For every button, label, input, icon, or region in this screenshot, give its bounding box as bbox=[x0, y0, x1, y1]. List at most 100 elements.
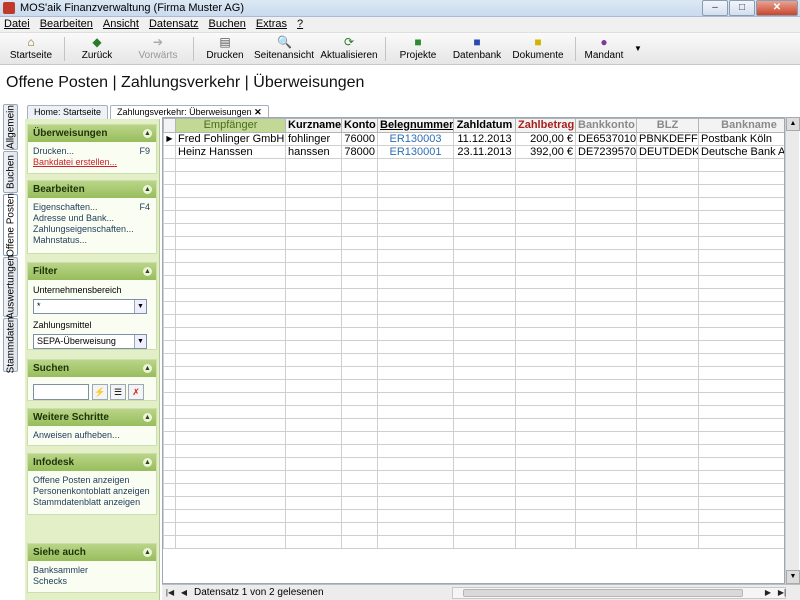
collapse-icon[interactable]: ▲ bbox=[143, 548, 152, 557]
bankdatei-link[interactable]: Bankdatei erstellen... bbox=[33, 157, 151, 168]
cell-blz[interactable]: PBNKDEFF bbox=[636, 132, 699, 146]
minimize-button[interactable]: – bbox=[702, 0, 728, 16]
vtab-buchen[interactable]: Buchen bbox=[3, 151, 18, 193]
cell-betrag[interactable]: 200,00 € bbox=[515, 132, 576, 146]
menu-help[interactable]: ? bbox=[297, 17, 303, 32]
scroll-up-icon[interactable]: ▲ bbox=[786, 117, 800, 131]
schecks-link[interactable]: Schecks bbox=[33, 576, 151, 587]
previous-record-icon[interactable]: ◀ bbox=[178, 586, 190, 599]
table-row[interactable]: ▶ Fred Fohlinger GmbH fohlinger 76000 ER1300… bbox=[163, 132, 784, 146]
cell-kurzname[interactable]: hanssen bbox=[285, 145, 342, 159]
first-record-icon[interactable]: |◀ bbox=[164, 586, 176, 599]
offene-posten-link[interactable]: Offene Posten anzeigen bbox=[33, 475, 151, 486]
search-list-icon[interactable]: ☰ bbox=[110, 384, 126, 400]
refresh-button[interactable]: ⟳ Aktualisieren bbox=[318, 35, 380, 63]
personenkontoblatt-link[interactable]: Personenkontoblatt anzeigen bbox=[33, 486, 151, 497]
empty-cell bbox=[636, 379, 699, 393]
cell-bankname[interactable]: Postbank Köln bbox=[698, 132, 784, 146]
empty-cell bbox=[575, 249, 637, 263]
collapse-icon[interactable]: ▲ bbox=[143, 413, 152, 422]
menu-datei[interactable]: Datei bbox=[4, 17, 30, 32]
tab-home[interactable]: Home: Startseite bbox=[27, 105, 109, 119]
col-empfaenger[interactable]: Empfänger bbox=[175, 118, 286, 133]
forward-button[interactable]: ➔ Vorwärts bbox=[130, 35, 186, 63]
vtab-auswertungen[interactable]: Auswertungen bbox=[3, 255, 18, 319]
collapse-icon[interactable]: ▲ bbox=[143, 267, 152, 276]
col-bankkonto[interactable]: Bankkonto bbox=[575, 118, 637, 133]
menu-extras[interactable]: Extras bbox=[256, 17, 287, 32]
col-zahldatum[interactable]: Zahldatum bbox=[453, 118, 516, 133]
adresse-link[interactable]: Adresse und Bank... bbox=[33, 213, 151, 224]
vertical-scrollbar[interactable]: ▲ ▼ bbox=[785, 117, 800, 584]
close-button[interactable]: ✕ bbox=[756, 0, 798, 16]
search-input[interactable] bbox=[33, 384, 89, 400]
cell-beleg[interactable]: ER130003 bbox=[377, 132, 454, 146]
table-row[interactable]: Heinz Hanssen hanssen 78000 ER130001 23.11.2… bbox=[163, 145, 784, 159]
cell-konto[interactable]: 78000 bbox=[341, 145, 378, 159]
print-button[interactable]: ▤ Drucken bbox=[200, 35, 250, 63]
collapse-icon[interactable]: ▲ bbox=[143, 458, 152, 467]
last-record-icon[interactable]: ▶| bbox=[776, 586, 788, 599]
cell-blz[interactable]: DEUTDEDK bbox=[636, 145, 699, 159]
menu-buchen[interactable]: Buchen bbox=[209, 17, 246, 32]
vtab-stammdaten[interactable]: Stammdaten bbox=[3, 317, 18, 373]
next-record-icon[interactable]: ▶ bbox=[762, 586, 774, 599]
clear-filter-icon[interactable]: ✗ bbox=[128, 384, 144, 400]
cell-beleg[interactable]: ER130001 bbox=[377, 145, 454, 159]
tab-close-icon[interactable]: ✕ bbox=[254, 107, 262, 117]
row-indicator[interactable] bbox=[163, 145, 176, 159]
empty-cell bbox=[453, 509, 516, 523]
eigenschaften-link[interactable]: Eigenschaften... F4 bbox=[33, 202, 151, 213]
back-button[interactable]: ◆ Zurück bbox=[72, 35, 122, 63]
cell-kurzname[interactable]: fohlinger bbox=[285, 132, 342, 146]
collapse-icon[interactable]: ▲ bbox=[143, 129, 152, 138]
cell-datum[interactable]: 23.11.2013 bbox=[453, 145, 516, 159]
row-indicator[interactable]: ▶ bbox=[163, 132, 176, 146]
horizontal-scrollbar[interactable] bbox=[452, 587, 786, 599]
scroll-thumb[interactable] bbox=[463, 589, 743, 597]
empty-cell bbox=[377, 444, 454, 458]
startseite-button[interactable]: ⌂ Startseite bbox=[6, 35, 56, 63]
projekte-button[interactable]: ■ Projekte bbox=[394, 35, 442, 63]
mahnstatus-link[interactable]: Mahnstatus... bbox=[33, 235, 151, 246]
mandant-button[interactable]: ● Mandant bbox=[582, 35, 626, 63]
col-zahlbetrag[interactable]: Zahlbetrag bbox=[515, 118, 576, 133]
empty-cell bbox=[515, 340, 576, 354]
menu-datensatz[interactable]: Datensatz bbox=[149, 17, 199, 32]
cell-bankkonto[interactable]: DE6537010 bbox=[575, 132, 637, 146]
col-konto[interactable]: Konto bbox=[341, 118, 378, 133]
scroll-down-icon[interactable]: ▼ bbox=[786, 570, 800, 584]
collapse-icon[interactable]: ▲ bbox=[143, 185, 152, 194]
chevron-down-icon[interactable]: ▼ bbox=[134, 335, 146, 348]
maximize-button[interactable]: □ bbox=[729, 0, 755, 16]
datenbank-button[interactable]: ■ Datenbank bbox=[450, 35, 504, 63]
anweisen-aufheben-link[interactable]: Anweisen aufheben... bbox=[33, 430, 151, 441]
banksammler-link[interactable]: Banksammler bbox=[33, 565, 151, 576]
mandant-dropdown-icon[interactable]: ▼ bbox=[632, 35, 644, 63]
cell-empfaenger[interactable]: Heinz Hanssen bbox=[175, 145, 286, 159]
menu-ansicht[interactable]: Ansicht bbox=[103, 17, 139, 32]
col-belegnummer[interactable]: Belegnummer bbox=[377, 118, 454, 133]
cell-bankkonto[interactable]: DE7239570 bbox=[575, 145, 637, 159]
search-filter-icon[interactable]: ⚡ bbox=[92, 384, 108, 400]
stammdatenblatt-link[interactable]: Stammdatenblatt anzeigen bbox=[33, 497, 151, 508]
col-bankname[interactable]: Bankname bbox=[698, 118, 784, 133]
zahlungseigenschaften-link[interactable]: Zahlungseigenschaften... bbox=[33, 224, 151, 235]
cell-konto[interactable]: 76000 bbox=[341, 132, 378, 146]
collapse-icon[interactable]: ▲ bbox=[143, 364, 152, 373]
cell-empfaenger[interactable]: Fred Fohlinger GmbH bbox=[175, 132, 286, 146]
vtab-allgemein[interactable]: Allgemein bbox=[3, 104, 18, 150]
menu-bearbeiten[interactable]: Bearbeiten bbox=[40, 17, 93, 32]
col-blz[interactable]: BLZ bbox=[636, 118, 699, 133]
drucken-link[interactable]: Drucken... F9 bbox=[33, 146, 151, 157]
col-kurzname[interactable]: Kurzname bbox=[285, 118, 342, 133]
cell-bankname[interactable]: Deutsche Bank AG bbox=[698, 145, 784, 159]
zahlungsmittel-select[interactable]: SEPA-Überweisung ▼ bbox=[33, 334, 147, 349]
cell-betrag[interactable]: 392,00 € bbox=[515, 145, 576, 159]
cell-datum[interactable]: 11.12.2013 bbox=[453, 132, 516, 146]
unternehmensbereich-select[interactable]: * ▼ bbox=[33, 299, 147, 314]
preview-button[interactable]: 🔍 Seitenansicht bbox=[254, 35, 314, 63]
chevron-down-icon[interactable]: ▼ bbox=[134, 300, 146, 313]
dokumente-button[interactable]: ■ Dokumente bbox=[510, 35, 566, 63]
vtab-offene-posten[interactable]: Offene Posten bbox=[3, 193, 18, 257]
